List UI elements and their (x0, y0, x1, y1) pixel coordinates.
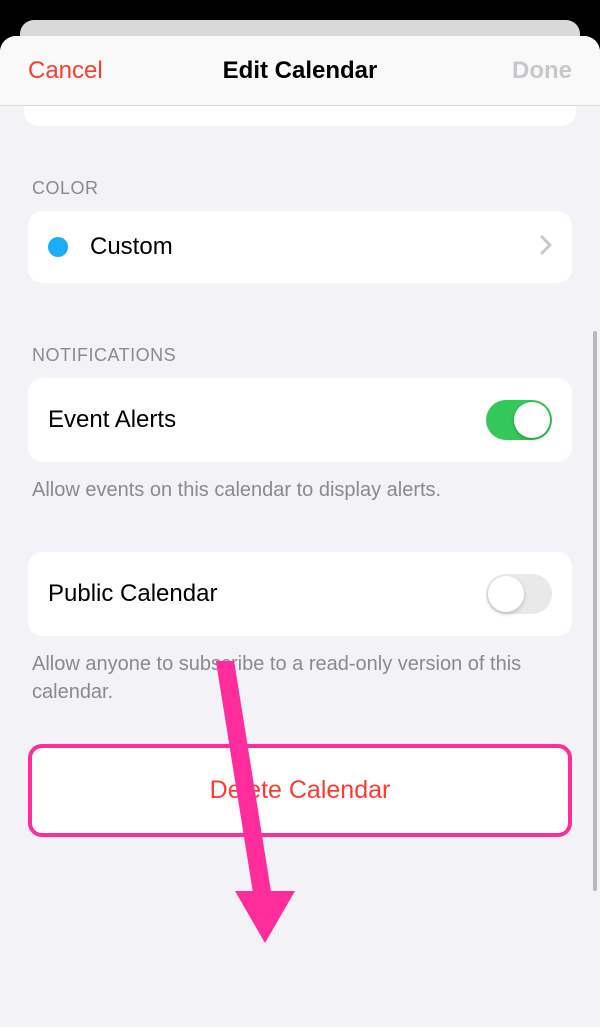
color-section-header: COLOR (32, 178, 568, 199)
done-button[interactable]: Done (512, 57, 572, 85)
scrollbar[interactable] (593, 331, 597, 891)
modal-header: Cancel Edit Calendar Done (0, 36, 600, 106)
public-calendar-label: Public Calendar (48, 580, 486, 608)
public-calendar-toggle[interactable] (486, 574, 552, 614)
delete-calendar-button[interactable]: Delete Calendar (28, 744, 572, 837)
delete-calendar-label: Delete Calendar (210, 776, 391, 805)
content-scroll[interactable]: COLOR Custom NOTIFICATIONS Event Alerts … (0, 106, 600, 1027)
event-alerts-label: Event Alerts (48, 406, 486, 434)
event-alerts-row: Event Alerts (28, 378, 572, 462)
page-title: Edit Calendar (223, 57, 378, 85)
previous-section-peek (24, 106, 576, 126)
event-alerts-footer: Allow events on this calendar to display… (32, 476, 568, 504)
chevron-right-icon (540, 235, 552, 260)
edit-calendar-modal: Cancel Edit Calendar Done COLOR Custom N… (0, 36, 600, 1027)
event-alerts-toggle[interactable] (486, 400, 552, 440)
public-calendar-row: Public Calendar (28, 552, 572, 636)
switch-knob (514, 402, 550, 438)
color-swatch-icon (48, 237, 68, 257)
public-calendar-footer: Allow anyone to subscribe to a read-only… (32, 650, 568, 706)
switch-knob (488, 576, 524, 612)
notifications-section-header: NOTIFICATIONS (32, 345, 568, 366)
color-row[interactable]: Custom (28, 211, 572, 283)
cancel-button[interactable]: Cancel (28, 57, 103, 85)
color-label: Custom (90, 233, 540, 261)
